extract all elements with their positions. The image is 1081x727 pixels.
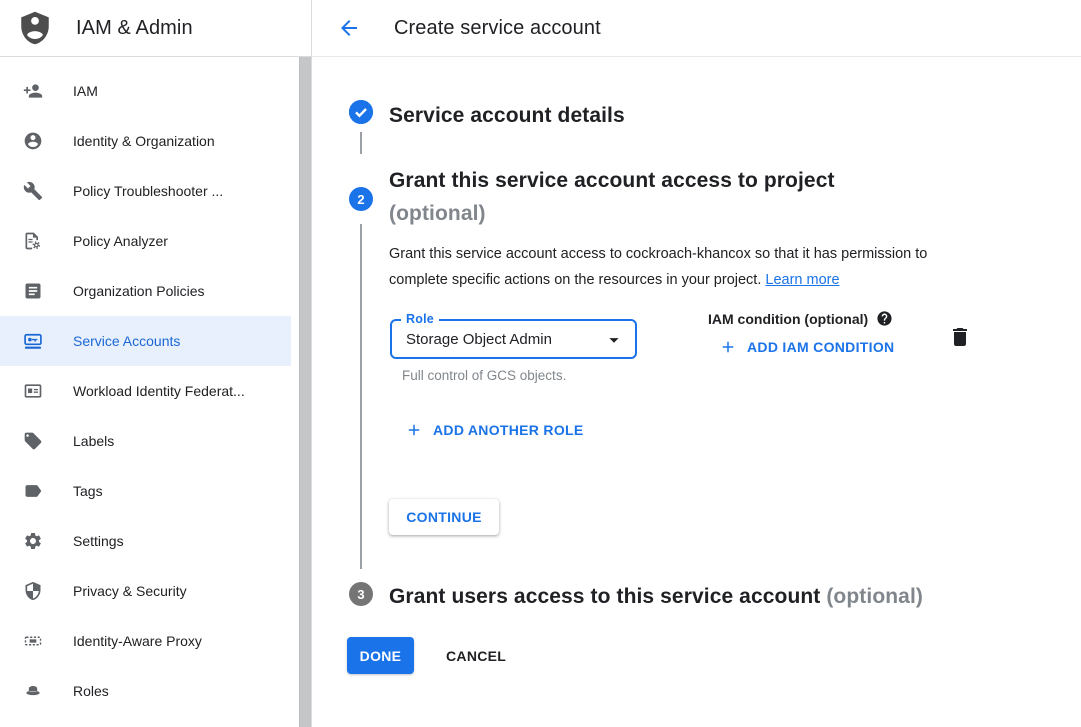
step-connector: [360, 224, 362, 569]
help-icon[interactable]: [876, 310, 893, 327]
role-select-value: Storage Object Admin: [406, 331, 552, 348]
iam-admin-shield-icon: [20, 10, 52, 46]
add-another-role-button[interactable]: ADD ANOTHER ROLE: [405, 421, 584, 439]
hat-icon: [23, 681, 43, 701]
sidebar-item-roles[interactable]: Roles: [0, 666, 291, 716]
sidebar-item-policy-analyzer[interactable]: Policy Analyzer: [0, 216, 291, 266]
sidebar-item-identity-aware-proxy[interactable]: Identity-Aware Proxy: [0, 616, 291, 666]
sidebar-item-label: Labels: [73, 433, 114, 449]
sidebar-item-label: Organization Policies: [73, 283, 205, 299]
step1-complete-check-icon: [349, 100, 373, 124]
iam-condition-label-text: IAM condition (optional): [708, 311, 868, 327]
policy-analyzer-icon: [23, 231, 43, 251]
cancel-button[interactable]: CANCEL: [446, 637, 506, 674]
step2-optional-label: (optional): [389, 202, 486, 225]
sidebar-item-labels[interactable]: Labels: [0, 416, 291, 466]
step3-title-text: Grant users access to this service accou…: [389, 585, 820, 608]
sidebar-item-label: Workload Identity Federat...: [73, 383, 245, 399]
sidebar-item-identity-organization[interactable]: Identity & Organization: [0, 116, 291, 166]
sidebar-header: IAM & Admin: [0, 0, 311, 57]
sidebar-item-label: Privacy & Security: [73, 583, 187, 599]
main-panel: Create service account Service account d…: [312, 0, 1081, 727]
plus-icon: [719, 338, 737, 356]
identity-person-icon: [23, 131, 43, 151]
learn-more-link[interactable]: Learn more: [765, 272, 839, 288]
sidebar-item-label: Identity-Aware Proxy: [73, 633, 202, 649]
page-header: Create service account: [312, 0, 1081, 57]
sidebar: IAM & Admin IAM Identity & Organization …: [0, 0, 312, 727]
sidebar-nav: IAM Identity & Organization Policy Troub…: [0, 57, 311, 716]
sidebar-title: IAM & Admin: [76, 17, 193, 40]
sidebar-scrollbar[interactable]: [299, 57, 311, 727]
step2-title: Grant this service account access to pro…: [389, 164, 835, 230]
add-another-role-label: ADD ANOTHER ROLE: [433, 422, 584, 438]
iam-condition-label: IAM condition (optional): [708, 310, 893, 327]
role-helper-text: Full control of GCS objects.: [402, 368, 566, 383]
person-add-icon: [23, 81, 43, 101]
org-policies-doc-icon: [23, 281, 43, 301]
step2-description-text: Grant this service account access to coc…: [389, 246, 927, 288]
step3-number-badge: 3: [349, 582, 373, 606]
sidebar-item-label: Policy Troubleshooter ...: [73, 183, 223, 199]
sidebar-item-privacy-security[interactable]: Privacy & Security: [0, 566, 291, 616]
continue-button[interactable]: CONTINUE: [389, 499, 499, 535]
role-select-label: Role: [401, 312, 439, 326]
workload-identity-card-icon: [23, 381, 43, 401]
page-title: Create service account: [394, 17, 601, 40]
sidebar-item-tags[interactable]: Tags: [0, 466, 291, 516]
create-service-account-form: Service account details 2 Grant this ser…: [312, 57, 1081, 727]
step2-title-text: Grant this service account access to pro…: [389, 169, 835, 192]
sidebar-item-label: Settings: [73, 533, 124, 549]
label-tag-icon: [23, 431, 43, 451]
plus-icon: [405, 421, 423, 439]
sidebar-item-label: Policy Analyzer: [73, 233, 168, 249]
done-button[interactable]: DONE: [347, 637, 414, 674]
sidebar-item-organization-policies[interactable]: Organization Policies: [0, 266, 291, 316]
role-select[interactable]: Role Storage Object Admin: [390, 319, 637, 359]
service-account-badge-icon: [23, 331, 43, 351]
sidebar-item-label: IAM: [73, 83, 98, 99]
add-iam-condition-button[interactable]: ADD IAM CONDITION: [719, 338, 894, 356]
add-iam-condition-label: ADD IAM CONDITION: [747, 339, 894, 355]
sidebar-item-settings[interactable]: Settings: [0, 516, 291, 566]
step3-title: Grant users access to this service accou…: [389, 580, 923, 613]
back-arrow-icon[interactable]: [337, 16, 361, 40]
step-connector: [360, 132, 362, 154]
delete-role-button[interactable]: [948, 325, 972, 349]
sidebar-item-label: Service Accounts: [73, 333, 180, 349]
step3-optional-label: (optional): [826, 585, 923, 608]
shield-half-icon: [23, 581, 43, 601]
tag-arrow-icon: [23, 481, 43, 501]
step2-number-badge: 2: [349, 187, 373, 211]
sidebar-item-policy-troubleshooter[interactable]: Policy Troubleshooter ...: [0, 166, 291, 216]
sidebar-item-label: Roles: [73, 683, 109, 699]
sidebar-item-iam[interactable]: IAM: [0, 66, 291, 116]
step1-title: Service account details: [389, 99, 625, 132]
step2-description: Grant this service account access to coc…: [389, 242, 981, 293]
gear-icon: [23, 531, 43, 551]
gcp-console: IAM & Admin IAM Identity & Organization …: [0, 0, 1081, 727]
sidebar-item-label: Identity & Organization: [73, 133, 215, 149]
sidebar-item-service-accounts[interactable]: Service Accounts: [0, 316, 291, 366]
dropdown-arrow-icon: [603, 329, 625, 356]
wrench-icon: [23, 181, 43, 201]
proxy-boundary-icon: [23, 631, 43, 651]
sidebar-item-workload-identity-federation[interactable]: Workload Identity Federat...: [0, 366, 291, 416]
sidebar-item-label: Tags: [73, 483, 103, 499]
